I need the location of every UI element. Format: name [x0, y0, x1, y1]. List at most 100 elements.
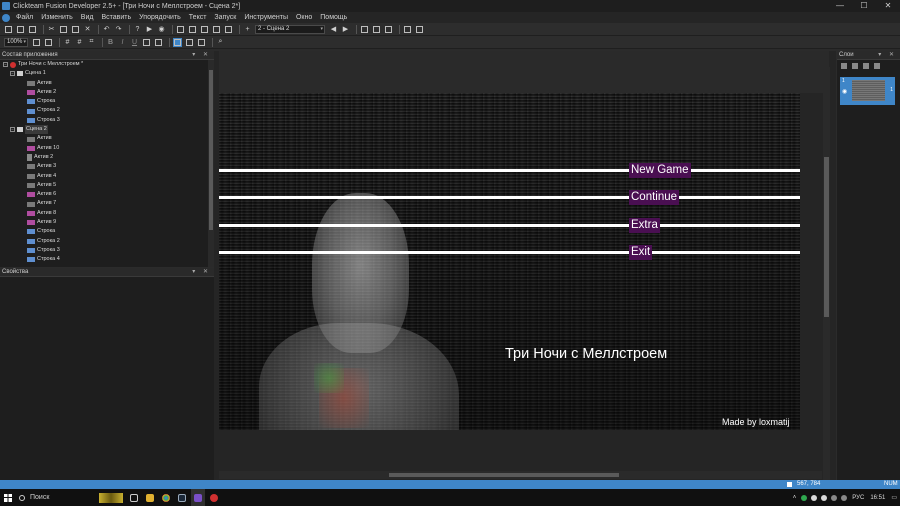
tree-item-object[interactable]: Строка 3 — [0, 116, 214, 125]
tree-item-application[interactable]: − Три Ночи с Меллстроем * — [0, 60, 214, 69]
scrollbar-thumb[interactable] — [824, 157, 829, 317]
underline-button[interactable]: U — [130, 38, 139, 47]
tree-item-object[interactable]: Строка 2 — [0, 106, 214, 115]
next-frame-icon[interactable]: ▶ — [341, 25, 350, 34]
align-left-icon[interactable] — [173, 37, 182, 47]
snap-icon[interactable] — [403, 25, 412, 34]
tray-app-icon[interactable] — [821, 494, 828, 501]
collapse-toggle[interactable]: − — [10, 71, 15, 77]
tree-item-object[interactable]: Актив — [0, 134, 214, 143]
menu-edit[interactable]: Изменить — [37, 14, 77, 21]
menu-extra[interactable]: Extra — [629, 218, 660, 233]
taskbar-fusion[interactable] — [191, 489, 205, 506]
font-size-icon[interactable] — [32, 38, 41, 47]
menu-tools[interactable]: Инструменты — [240, 14, 292, 21]
align-right-icon[interactable] — [197, 38, 206, 47]
editor-vertical-scrollbar[interactable] — [823, 67, 830, 480]
menu-new-game[interactable]: New Game — [629, 163, 691, 178]
tree-item-object[interactable]: Строка — [0, 227, 214, 236]
open-folder-icon[interactable] — [16, 25, 25, 34]
align-icon[interactable] — [360, 25, 369, 34]
maximize-button[interactable]: ☐ — [852, 0, 876, 12]
tree-item-object[interactable]: Строка 3 — [0, 246, 214, 255]
color-icon[interactable] — [44, 38, 53, 47]
menu-view[interactable]: Вид — [77, 14, 98, 21]
menu-run[interactable]: Запуск — [210, 14, 240, 21]
menu-line[interactable] — [219, 224, 800, 227]
tray-app-icon[interactable] — [801, 494, 808, 501]
frame-select[interactable]: 2 - Сцена 2 ▾ — [255, 24, 325, 34]
data-elements-icon[interactable] — [224, 25, 233, 34]
bold-button[interactable]: B — [106, 38, 115, 47]
delete-layer-icon[interactable] — [852, 62, 858, 69]
layout-icon[interactable] — [415, 25, 424, 34]
delete-icon[interactable]: ✕ — [83, 25, 92, 34]
chevron-up-icon[interactable]: ˄ — [793, 495, 797, 501]
redo-icon[interactable]: ↷ — [114, 25, 123, 34]
close-button[interactable]: ✕ — [876, 0, 900, 12]
taskbar-app[interactable] — [207, 489, 221, 506]
menu-insert[interactable]: Вставить — [97, 14, 135, 21]
tree-item-frame[interactable]: − Сцена 1 — [0, 69, 214, 78]
crop-icon[interactable]: ⌗ — [87, 38, 96, 47]
editor-horizontal-scrollbar[interactable] — [219, 471, 822, 479]
prev-frame-icon[interactable]: ◀ — [329, 25, 338, 34]
grid-toggle-icon[interactable]: # — [63, 38, 72, 47]
menu-arrange[interactable]: Упорядочить — [135, 14, 185, 21]
tree-item-object[interactable]: Актив 3 — [0, 162, 214, 171]
tree-item-object[interactable]: Актив 8 — [0, 209, 214, 218]
cut-icon[interactable]: ✂ — [47, 25, 56, 34]
tree-item-object[interactable]: Строка 4 — [0, 255, 214, 264]
event-editor-icon[interactable] — [200, 25, 209, 34]
menu-line[interactable] — [219, 251, 800, 254]
tree-item-object[interactable]: Актив 2 — [0, 153, 214, 162]
system-menu-icon[interactable] — [2, 13, 10, 22]
menu-line[interactable] — [219, 169, 800, 172]
collapse-toggle[interactable]: − — [10, 127, 15, 133]
start-button[interactable] — [1, 489, 15, 506]
tree-item-object[interactable]: Актив 4 — [0, 172, 214, 181]
menu-exit[interactable]: Exit — [629, 245, 653, 260]
effects-icon[interactable] — [142, 38, 151, 47]
tree-item-frame[interactable]: − Сцена 2 — [0, 125, 214, 135]
snap-grid-icon[interactable]: # — [75, 38, 84, 47]
tree-item-object[interactable]: Строка — [0, 97, 214, 106]
language-indicator[interactable]: РУС — [852, 495, 864, 501]
taskbar-steam[interactable] — [175, 489, 189, 506]
run-app-icon[interactable]: ▶ — [145, 25, 154, 34]
menu-text[interactable]: Текст — [185, 14, 211, 21]
menu-continue[interactable]: Continue — [629, 190, 680, 205]
tree-item-object[interactable]: Актив 9 — [0, 218, 214, 227]
menu-line[interactable] — [219, 196, 800, 199]
clock[interactable]: 16:51 — [870, 495, 885, 501]
notification-icon[interactable]: ▭ — [891, 494, 897, 501]
credit-text[interactable]: Made by loxmatij — [722, 417, 790, 427]
tree-item-object[interactable]: Актив 10 — [0, 144, 214, 153]
undo-icon[interactable]: ↶ — [102, 25, 111, 34]
frame-canvas[interactable]: New Game Continue Extra Exit Три Ночи с … — [219, 93, 800, 430]
lock-layer-icon[interactable] — [863, 62, 869, 69]
menu-help[interactable]: Помощь — [316, 14, 351, 21]
menu-file[interactable]: Файл — [12, 14, 37, 21]
copy-icon[interactable] — [59, 25, 68, 34]
panel-buttons[interactable]: ▾ ✕ — [192, 268, 211, 277]
panel-buttons[interactable]: ▾ ✕ — [192, 51, 211, 60]
layer-item[interactable]: 1 ◉ 1 — [840, 77, 895, 105]
taskbar-task-view[interactable] — [127, 489, 141, 506]
tree-item-object[interactable]: Актив — [0, 79, 214, 88]
minimize-button[interactable]: — — [828, 0, 852, 12]
tree-item-object[interactable]: Актив 7 — [0, 199, 214, 208]
scrollbar-thumb[interactable] — [389, 473, 619, 477]
tree-item-object[interactable]: Строка 2 — [0, 237, 214, 246]
taskbar-explorer[interactable] — [143, 489, 157, 506]
storyboard-icon[interactable] — [176, 25, 185, 34]
taskbar-search[interactable]: Поиск — [15, 489, 97, 506]
panel-buttons[interactable]: ▾ ✕ — [878, 51, 897, 60]
italic-button[interactable]: I — [118, 38, 127, 47]
game-title[interactable]: Три Ночи с Меллстроем — [505, 346, 667, 362]
tray-app-icon[interactable] — [811, 494, 818, 501]
collapse-toggle[interactable]: − — [3, 62, 8, 68]
menu-window[interactable]: Окно — [292, 14, 316, 21]
tree-item-object[interactable]: Актив 6 — [0, 190, 214, 199]
help-icon[interactable]: ? — [133, 25, 142, 34]
